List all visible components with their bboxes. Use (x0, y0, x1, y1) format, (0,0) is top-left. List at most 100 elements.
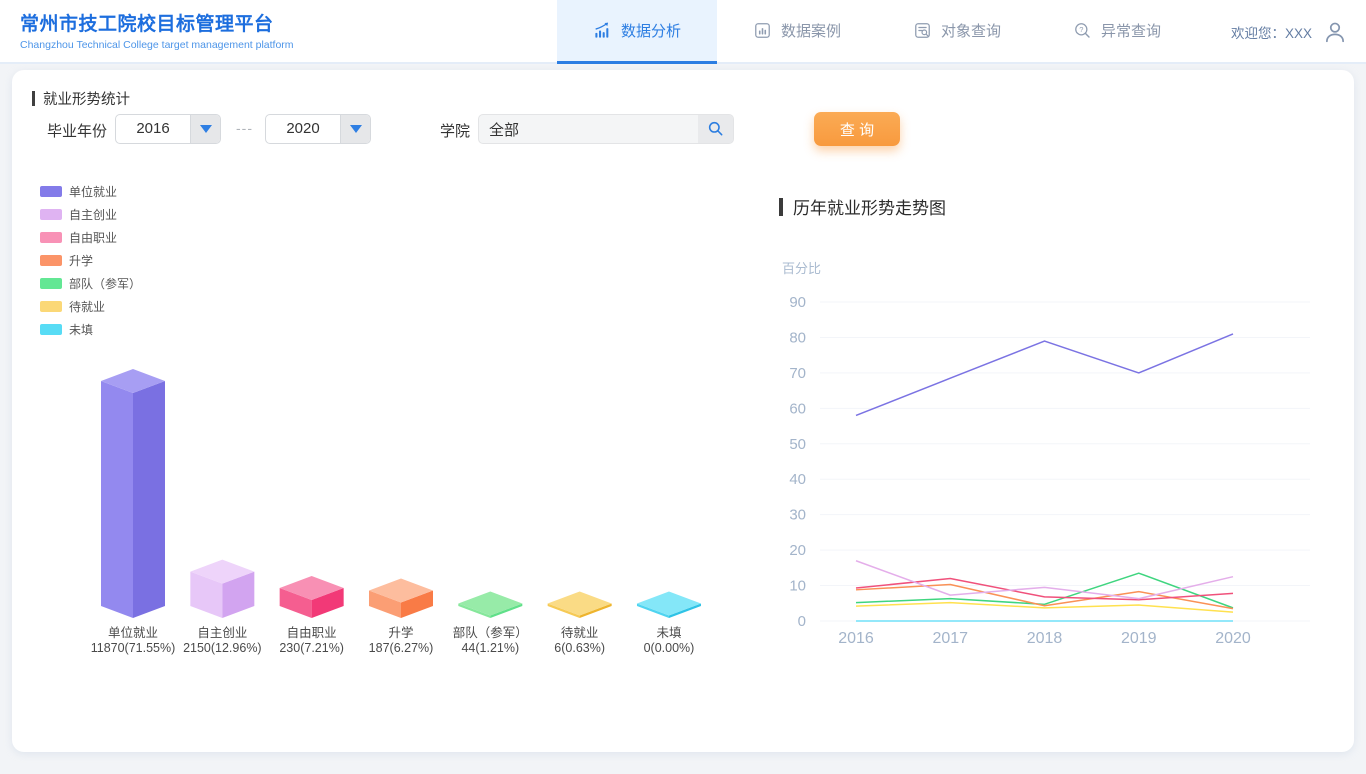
year-to-value: 2020 (266, 115, 340, 143)
legend-item[interactable]: 待就业 (40, 295, 141, 318)
user-welcome: 欢迎您：XXX (1231, 0, 1348, 64)
legend-swatch (40, 324, 62, 335)
x-tick-label: 2020 (1215, 630, 1251, 647)
nav-tab-object-query[interactable]: 对象查询 (877, 0, 1037, 64)
legend-label: 自主创业 (69, 206, 117, 223)
app-title: 常州市技工院校目标管理平台 (20, 9, 294, 36)
main-nav: 数据分析 数据案例 (557, 0, 1197, 64)
legend-item[interactable]: 自主创业 (40, 203, 141, 226)
bar-chart-legend: 单位就业自主创业自由职业升学部队（参军） 待就业未填 (40, 180, 141, 341)
bar-category-label: 部队（参军） (453, 625, 528, 640)
y-tick-label: 60 (789, 400, 806, 417)
legend-label: 升学 (69, 252, 93, 269)
bar-column[interactable] (101, 369, 165, 618)
nav-tab-label: 对象查询 (941, 20, 1001, 41)
bar-category-label: 升学 (388, 625, 413, 640)
legend-item[interactable]: 升学 (40, 249, 141, 272)
bar-value-label: 230(7.21%) (279, 641, 344, 655)
app-header: 常州市技工院校目标管理平台 Changzhou Technical Colleg… (0, 0, 1366, 64)
legend-swatch (40, 255, 62, 266)
nav-tab-data-cases[interactable]: 数据案例 (717, 0, 877, 64)
college-label: 学院 (440, 120, 470, 141)
legend-label: 自由职业 (69, 229, 117, 246)
bar-value-label: 11870(71.55%) (91, 641, 176, 655)
x-tick-label: 2019 (1121, 630, 1157, 647)
employment-trend-line-chart: 010203040506070809020162017201820192020 (775, 280, 1335, 680)
y-tick-label: 0 (798, 613, 806, 630)
trend-title-text: 历年就业形势走势图 (793, 194, 946, 219)
y-tick-label: 10 (789, 578, 806, 595)
bar-value-label: 44(1.21%) (461, 641, 519, 655)
bar-column[interactable] (458, 591, 522, 618)
bar-value-label: 2150(12.96%) (183, 641, 262, 655)
user-icon[interactable] (1322, 19, 1348, 45)
document-chart-icon (753, 21, 772, 40)
legend-swatch (40, 278, 62, 289)
bar-value-label: 6(0.63%) (554, 641, 605, 655)
legend-swatch (40, 301, 62, 312)
employment-bar-chart: 单位就业11870(71.55%) 自主创业2150(12.96%) 自由职业230… (30, 342, 710, 672)
bar-category-label: 自由职业 (287, 626, 337, 640)
year-from-select[interactable]: 2016 (115, 114, 221, 144)
nav-tab-exception-query[interactable]: ? 异常查询 (1037, 0, 1197, 64)
college-input[interactable] (479, 115, 698, 143)
range-separator: --- (236, 120, 253, 136)
legend-item[interactable]: 自由职业 (40, 226, 141, 249)
search-question-icon: ? (1073, 21, 1092, 40)
page: 常州市技工院校目标管理平台 Changzhou Technical Colleg… (0, 0, 1366, 64)
svg-text:?: ? (1079, 25, 1083, 34)
welcome-text: 欢迎您：XXX (1231, 22, 1312, 42)
query-button[interactable]: 查 询 (814, 112, 900, 146)
y-tick-label: 80 (789, 329, 806, 346)
bar-column[interactable] (280, 576, 344, 618)
bar-column[interactable] (548, 592, 612, 619)
x-tick-label: 2016 (838, 630, 874, 647)
trend-line (856, 561, 1233, 599)
bar-category-label: 待就业 (561, 625, 599, 640)
app-logo: 常州市技工院校目标管理平台 Changzhou Technical Colleg… (20, 9, 294, 51)
legend-item[interactable]: 单位就业 (40, 180, 141, 203)
bar-column[interactable] (190, 560, 254, 618)
x-tick-label: 2017 (932, 630, 968, 647)
bar-column[interactable] (369, 579, 433, 618)
bar-value-label: 0(0.00%) (644, 641, 695, 655)
section-title-text: 就业形势统计 (43, 88, 130, 109)
title-bar-decoration (32, 91, 35, 106)
legend-swatch (40, 186, 62, 197)
y-tick-label: 30 (789, 507, 806, 524)
nav-tab-label: 数据案例 (781, 20, 841, 41)
legend-label: 待就业 (69, 298, 105, 315)
legend-swatch (40, 209, 62, 220)
content-card: 就业形势统计 毕业年份 2016 --- 2020 学院 (12, 70, 1354, 752)
nav-tab-label: 异常查询 (1101, 20, 1161, 41)
y-tick-label: 50 (789, 436, 806, 453)
chevron-down-icon (340, 115, 370, 143)
college-search-field (478, 114, 734, 144)
year-from-value: 2016 (116, 115, 190, 143)
chevron-down-icon (190, 115, 220, 143)
section-title-employment-stats: 就业形势统计 (32, 88, 130, 109)
legend-label: 部队（参军） (69, 275, 141, 292)
bar-category-label: 单位就业 (108, 625, 158, 640)
legend-label: 未填 (69, 321, 93, 338)
nav-tab-data-analysis[interactable]: 数据分析 (557, 0, 717, 64)
bar-category-label: 自主创业 (197, 626, 247, 640)
legend-swatch (40, 232, 62, 243)
filter-bar: 毕业年份 2016 --- 2020 学院 查 询 (12, 114, 1354, 150)
legend-item[interactable]: 未填 (40, 318, 141, 341)
y-tick-label: 90 (789, 294, 806, 311)
graduation-year-label: 毕业年份 (47, 120, 107, 141)
bar-category-label: 未填 (656, 626, 681, 640)
trend-line (856, 334, 1233, 416)
title-bar-decoration (779, 198, 783, 216)
x-tick-label: 2018 (1027, 630, 1063, 647)
legend-item[interactable]: 部队（参军） (40, 272, 141, 295)
y-tick-label: 70 (789, 365, 806, 382)
bar-column[interactable] (637, 592, 701, 619)
year-to-select[interactable]: 2020 (265, 114, 371, 144)
y-tick-label: 20 (789, 542, 806, 559)
search-icon[interactable] (698, 115, 733, 143)
section-title-trend: 历年就业形势走势图 (779, 194, 946, 219)
bar-value-label: 187(6.27%) (369, 641, 434, 655)
document-search-icon (913, 21, 932, 40)
